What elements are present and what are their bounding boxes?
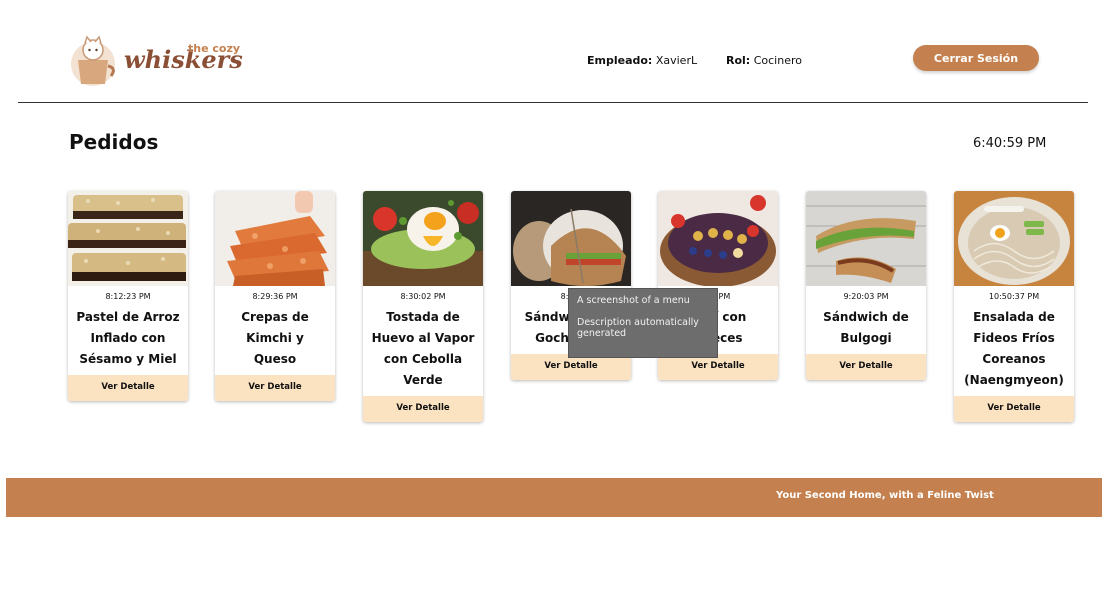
tooltip-line-2: Description automatically generated [577,317,699,339]
role-label: Rol: [726,54,751,67]
order-card: 8:12:23 PM Pastel de Arroz Inflado con S… [68,191,188,401]
order-time: 9:20:03 PM [843,292,889,301]
order-name: Tostada de Huevo al Vapor con Cebolla Ve… [371,310,475,387]
acai-bowl-image [658,191,778,286]
tooltip-line-1: A screenshot of a menu [577,295,690,306]
egg-toast-image [363,191,483,286]
cold-noodles-image [954,191,1074,286]
order-time: 8:12:23 PM [105,292,151,301]
employee-label: Empleado: [587,54,653,67]
order-time: 8:29:36 PM [252,292,298,301]
logo: whiskers the cozy [68,26,258,90]
order-card: 10:50:37 PM Ensalada de Fideos Fríos Cor… [954,191,1074,422]
footer-tagline: Your Second Home, with a Feline Twist [776,490,994,501]
order-card: 8:30:02 PM Tostada de Huevo al Vapor con… [363,191,483,422]
bulgogi-sandwich-image [806,191,926,286]
cat-coffee-logo-icon: whiskers the cozy [71,35,243,86]
view-detail-button[interactable]: Ver Detalle [215,375,335,401]
header-divider [18,102,1088,103]
order-name: Sándwich de Bulgogi [823,310,909,345]
view-detail-button[interactable]: Ver Detalle [363,396,483,422]
order-time: 10:50:37 PM [988,292,1040,301]
logout-button[interactable]: Cerrar Sesión [913,45,1039,71]
order-card: 9:20:03 PM Sándwich de Bulgogi Ver Detal… [806,191,926,380]
view-detail-button[interactable]: Ver Detalle [954,396,1074,422]
order-card: 8:29:36 PM Crepas de Kimchi y Queso Ver … [215,191,335,401]
employee-value: XavierL [655,54,698,67]
order-time: 8:30:02 PM [400,292,446,301]
clock: 6:40:59 PM [973,136,1047,151]
order-name: Pastel de Arroz Inflado con Sésamo y Mie… [76,310,180,366]
sandwich-wrapped-image [511,191,631,286]
header: whiskers the cozy Empleado: XavierL Rol:… [0,0,1106,103]
page-title: Pedidos [69,130,159,154]
view-detail-button[interactable]: Ver Detalle [68,375,188,401]
role-info: Rol: Cocinero [726,54,802,67]
employee-info: Empleado: XavierL [587,54,697,67]
rice-crispy-bars-image [68,191,188,286]
view-detail-button[interactable]: Ver Detalle [806,354,926,380]
svg-text:the cozy: the cozy [188,42,240,55]
order-name: Ensalada de Fideos Fríos Coreanos (Naeng… [964,310,1064,387]
order-name: Crepas de Kimchi y Queso [241,310,309,366]
kimchi-crepes-image [215,191,335,286]
image-tooltip: A screenshot of a menu Description autom… [568,288,718,358]
role-value: Cocinero [753,54,802,67]
footer: Your Second Home, with a Feline Twist [6,478,1102,517]
